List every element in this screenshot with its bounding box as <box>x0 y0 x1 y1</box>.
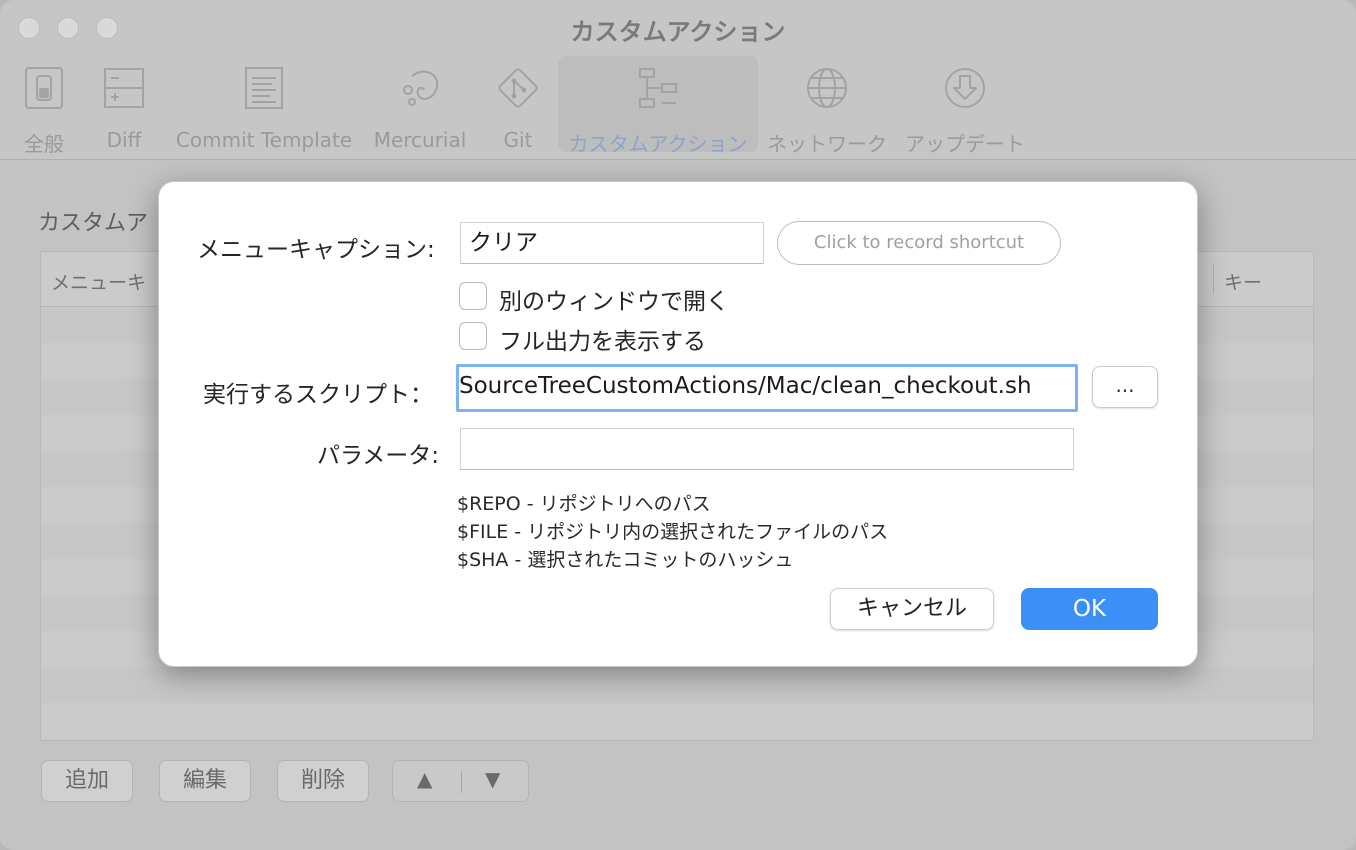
open-new-window-label: 別のウィンドウで開く <box>499 289 729 315</box>
move-up-button[interactable]: ▲ <box>417 767 432 791</box>
move-down-button[interactable]: ▼ <box>485 767 500 791</box>
help-text-sha: $SHA - 選択されたコミットのハッシュ <box>457 549 794 571</box>
tab-diff-label: Diff <box>106 128 142 152</box>
column-header-menu[interactable]: メニューキ <box>51 268 146 295</box>
column-header-key[interactable]: キー <box>1213 264 1262 294</box>
parameters-label: パラメータ: <box>317 443 440 469</box>
tab-custom-actions[interactable]: カスタムアクション <box>558 56 758 156</box>
record-shortcut-button[interactable]: Click to record shortcut <box>777 221 1061 265</box>
ok-button[interactable]: OK <box>1021 588 1158 630</box>
tab-mercurial-label: Mercurial <box>373 128 467 152</box>
titlebar: カスタムアクション 全般 Diff Commit Template Mercur… <box>0 0 1356 160</box>
diff-icon <box>104 68 144 108</box>
browse-button[interactable]: ... <box>1092 366 1158 408</box>
document-icon <box>245 67 283 109</box>
segment-divider <box>461 771 462 793</box>
tab-update[interactable]: アップデート <box>900 56 1030 156</box>
delete-button[interactable]: 削除 <box>277 760 369 802</box>
help-text-file: $FILE - リポジトリ内の選択されたファイルのパス <box>457 521 889 543</box>
mercurial-icon <box>403 70 439 106</box>
tab-general[interactable]: 全般 <box>8 56 80 156</box>
tab-update-label: アップデート <box>905 132 1025 156</box>
table-row[interactable] <box>41 667 1313 703</box>
tab-general-label: 全般 <box>24 132 64 156</box>
caption-label: メニューキャプション: <box>197 237 435 263</box>
tab-commit-template[interactable]: Commit Template <box>170 56 358 152</box>
table-row[interactable] <box>41 703 1313 739</box>
download-icon <box>945 68 985 108</box>
cancel-button[interactable]: キャンセル <box>830 588 994 630</box>
caption-input[interactable]: クリア <box>460 222 764 264</box>
script-path-input[interactable]: SourceTreeCustomActions/Mac/clean_checko… <box>456 364 1078 412</box>
preferences-window: カスタムアクション 全般 Diff Commit Template Mercur… <box>0 0 1356 850</box>
section-title: カスタムア <box>38 211 149 236</box>
add-button[interactable]: 追加 <box>41 760 133 802</box>
edit-custom-action-dialog: メニューキャプション: クリア Click to record shortcut… <box>158 181 1198 667</box>
show-full-output-checkbox[interactable] <box>459 322 487 350</box>
tab-commit-template-label: Commit Template <box>175 128 353 152</box>
tab-network-label: ネットワーク <box>767 132 887 156</box>
reorder-control: ▲ ▼ <box>392 760 529 802</box>
tab-git-label: Git <box>503 128 533 152</box>
parameters-input[interactable] <box>460 428 1074 470</box>
flow-icon <box>639 68 677 108</box>
git-icon <box>498 68 538 108</box>
script-path-value: SourceTreeCustomActions/Mac/clean_checko… <box>459 373 1032 399</box>
globe-icon <box>807 68 847 108</box>
window-title: カスタムアクション <box>570 18 786 46</box>
script-label: 実行するスクリプト： <box>203 382 433 408</box>
switch-icon <box>25 67 63 109</box>
open-new-window-checkbox[interactable] <box>459 282 487 310</box>
tab-diff[interactable]: Diff <box>88 56 160 152</box>
tab-git[interactable]: Git <box>482 56 554 152</box>
tab-custom-actions-label: カスタムアクション <box>568 132 748 156</box>
tab-network[interactable]: ネットワーク <box>764 56 890 156</box>
help-text-repo: $REPO - リポジトリへのパス <box>457 493 711 515</box>
edit-button[interactable]: 編集 <box>159 760 251 802</box>
tab-mercurial[interactable]: Mercurial <box>368 56 472 152</box>
show-full-output-label: フル出力を表示する <box>499 329 706 355</box>
